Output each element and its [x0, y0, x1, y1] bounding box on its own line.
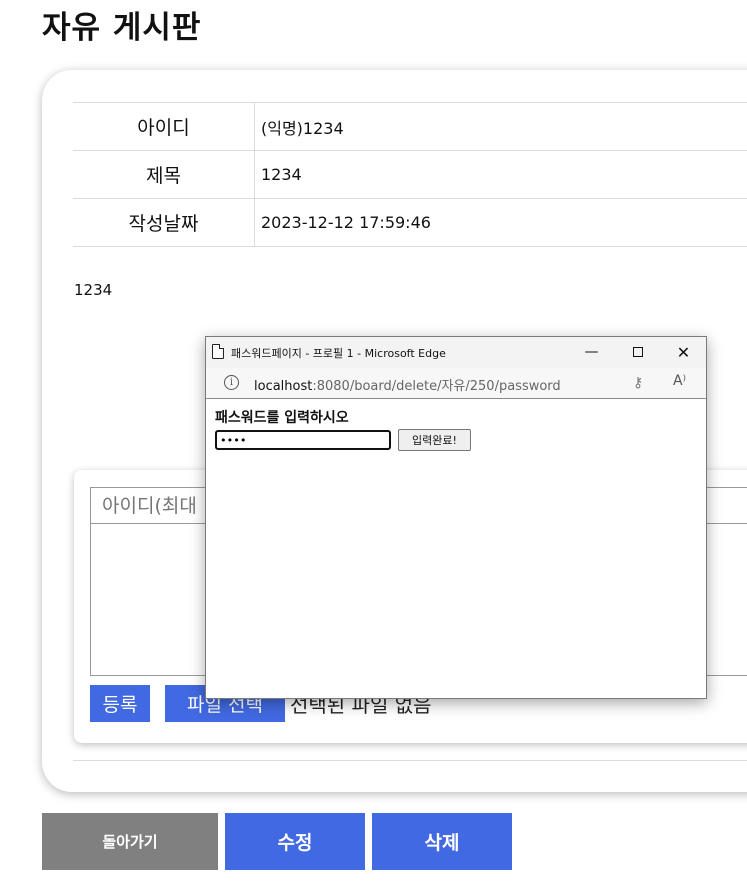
read-aloud-icon[interactable]: A⁾: [673, 373, 686, 389]
popup-body: 패스워드를 입력하시오 입력완료!: [215, 407, 471, 451]
back-button[interactable]: 돌아가기: [42, 813, 218, 870]
address-bar: i localhost:8080/board/delete/자유/250/pas…: [206, 368, 706, 399]
minimize-button[interactable]: —: [569, 337, 614, 368]
title-label: 제목: [73, 150, 255, 199]
register-button[interactable]: 등록: [90, 685, 150, 722]
minimize-icon: —: [584, 344, 599, 360]
password-popup-window: 패스워드페이지 - 프로필 1 - Microsoft Edge — ✕ i l…: [205, 336, 707, 699]
table-row: 작성날짜 2023-12-12 17:59:46: [73, 198, 747, 247]
page-icon: [212, 344, 224, 359]
author-value: (익명)1234: [254, 102, 747, 151]
edit-button[interactable]: 수정: [225, 813, 365, 870]
maximize-icon: [632, 347, 643, 357]
date-label: 작성날짜: [73, 198, 255, 247]
popup-titlebar[interactable]: 패스워드페이지 - 프로필 1 - Microsoft Edge — ✕: [206, 337, 706, 368]
submit-password-button[interactable]: 입력완료!: [398, 429, 471, 451]
post-content: 1234: [74, 281, 113, 299]
author-label: 아이디: [73, 102, 255, 151]
password-prompt: 패스워드를 입력하시오: [215, 410, 349, 426]
divider: [73, 760, 747, 761]
popup-window-title: 패스워드페이지 - 프로필 1 - Microsoft Edge: [231, 347, 446, 360]
table-row: 아이디 (익명)1234: [73, 102, 747, 151]
info-icon[interactable]: i: [224, 375, 239, 390]
close-button[interactable]: ✕: [661, 337, 706, 368]
date-value: 2023-12-12 17:59:46: [254, 198, 747, 247]
page: 자유 게시판 아이디 (익명)1234 제목 1234 작성날짜 2023-12…: [0, 0, 747, 887]
url-path: :8080/board/delete/자유/250/password: [312, 379, 561, 394]
table-row: 제목 1234: [73, 150, 747, 199]
url-text[interactable]: localhost:8080/board/delete/자유/250/passw…: [254, 375, 561, 394]
maximize-button[interactable]: [615, 337, 660, 368]
post-info-table: 아이디 (익명)1234 제목 1234 작성날짜 2023-12-12 17:…: [73, 102, 747, 247]
page-title: 자유 게시판: [42, 10, 202, 46]
title-value: 1234: [254, 150, 747, 199]
close-icon: ✕: [676, 343, 691, 362]
password-input[interactable]: [215, 430, 391, 450]
url-host: localhost: [254, 379, 313, 394]
delete-button[interactable]: 삭제: [372, 813, 512, 870]
key-icon[interactable]: ⚷: [633, 375, 643, 391]
